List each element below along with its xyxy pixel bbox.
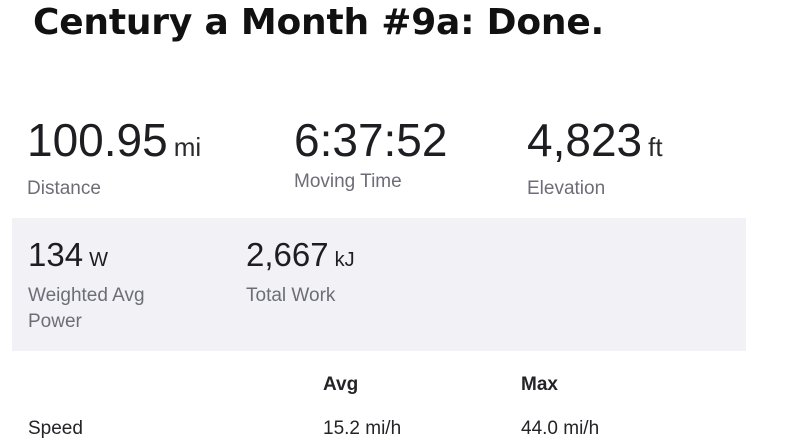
power-value-line: 134 W <box>28 238 198 277</box>
power-value: 134 <box>28 236 84 273</box>
stat-weighted-avg-power: 134 W Weighted Avg Power <box>28 238 198 335</box>
power-label: Weighted Avg Power <box>28 285 145 332</box>
elevation-label: Elevation <box>527 178 606 199</box>
moving-time-value: 6:37:52 <box>294 114 448 166</box>
elevation-unit: ft <box>648 132 663 162</box>
speed-max-value: 44.0 mi/h <box>521 418 600 439</box>
work-value-line: 2,667 kJ <box>246 238 416 277</box>
stat-distance: 100.95 mi Distance <box>27 117 201 200</box>
elevation-value-line: 4,823 ft <box>527 117 663 170</box>
elevation-value: 4,823 <box>527 114 643 166</box>
power-unit: W <box>89 249 108 271</box>
activity-title: Century a Month #9a: Done. <box>33 2 605 43</box>
stat-total-work: 2,667 kJ Total Work <box>246 238 416 309</box>
work-value: 2,667 <box>246 236 329 273</box>
distance-value-line: 100.95 mi <box>27 117 201 170</box>
work-unit: kJ <box>334 249 355 271</box>
speed-row-label: Speed <box>28 418 83 439</box>
distance-label: Distance <box>27 178 101 199</box>
distance-value: 100.95 <box>27 114 168 166</box>
secondary-stats-panel: 134 W Weighted Avg Power 2,667 kJ Total Wo… <box>12 218 746 351</box>
moving-time-label: Moving Time <box>294 171 402 192</box>
distance-unit: mi <box>173 132 202 162</box>
work-label: Total Work <box>246 285 336 306</box>
stat-moving-time: 6:37:52 Moving Time <box>294 117 447 193</box>
column-header-avg: Avg <box>323 374 359 395</box>
stat-elevation: 4,823 ft Elevation <box>527 117 663 200</box>
speed-avg-value: 15.2 mi/h <box>323 418 402 439</box>
column-header-max: Max <box>521 374 558 395</box>
